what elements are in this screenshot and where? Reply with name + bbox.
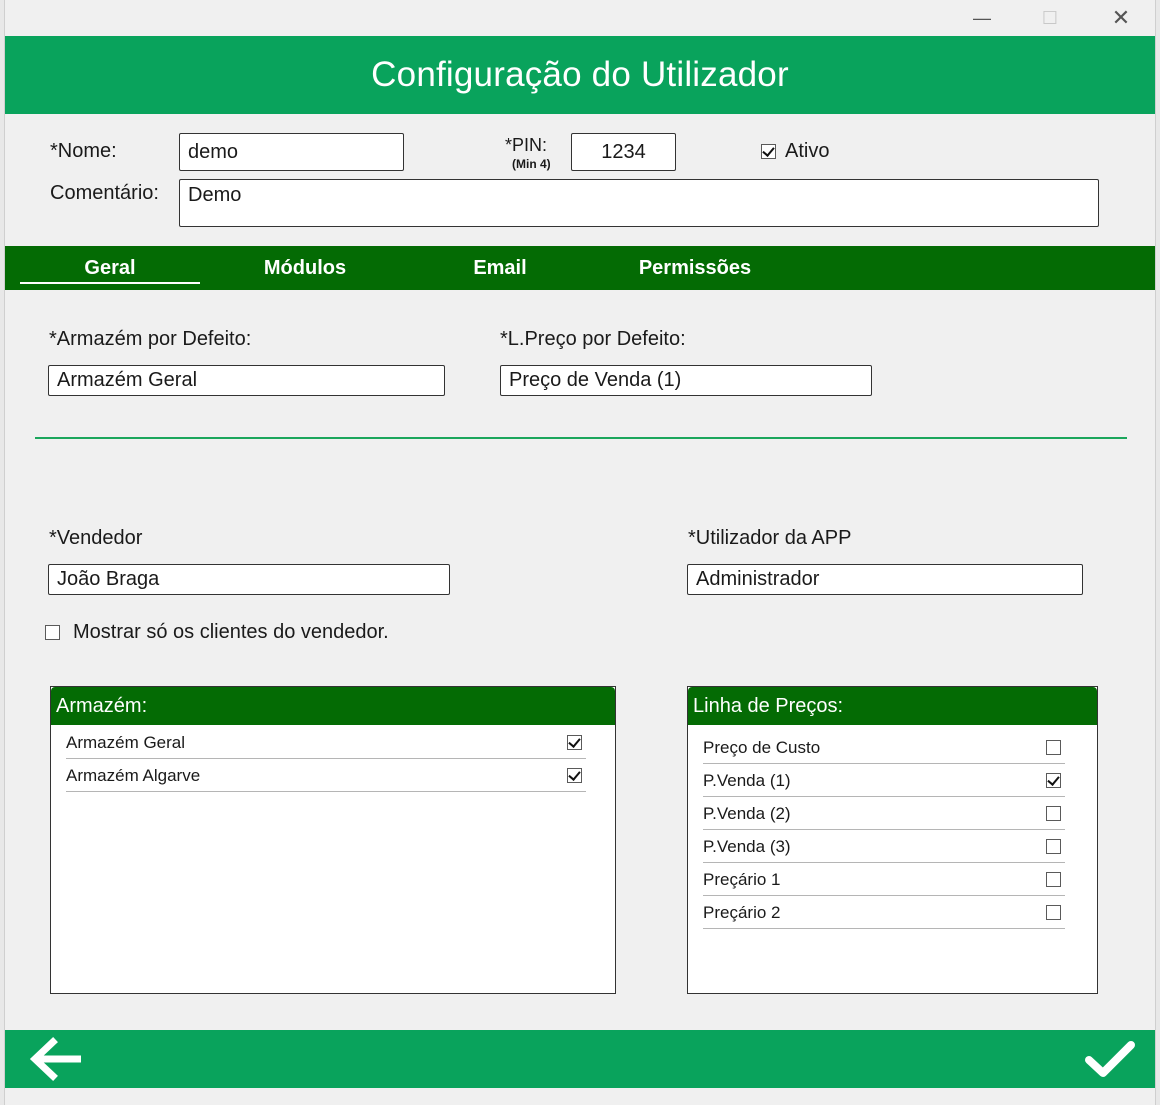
warehouse-item-label: Armazém Algarve <box>66 765 201 785</box>
list-item[interactable]: Preçário 2 <box>703 897 1065 929</box>
maximize-button[interactable]: ☐ <box>1035 6 1065 30</box>
confirm-button[interactable] <box>1083 1036 1139 1082</box>
list-item[interactable]: P.Venda (1) <box>703 765 1065 797</box>
arrow-left-icon <box>29 1037 81 1081</box>
tab-permissoes[interactable]: Permissões <box>600 246 790 290</box>
minimize-button[interactable]: — <box>967 6 997 30</box>
seller-field[interactable]: João Braga <box>48 564 450 595</box>
header-bar: Configuração do Utilizador <box>5 36 1155 114</box>
price-item-checkbox[interactable] <box>1046 740 1061 755</box>
back-button[interactable] <box>29 1036 85 1082</box>
warehouse-item-label: Armazém Geral <box>66 732 186 752</box>
footer-bar <box>5 1030 1155 1088</box>
warehouse-panel: Armazém: Armazém Geral Armazém Algarve <box>50 686 616 994</box>
seller-label: *Vendedor <box>49 527 143 549</box>
warehouse-item-checkbox[interactable] <box>567 735 582 750</box>
default-pricelist-field[interactable]: Preço de Venda (1) <box>500 365 872 396</box>
section-divider <box>35 437 1127 439</box>
list-item[interactable]: Armazém Algarve <box>66 760 586 792</box>
name-label: *Nome: <box>50 140 117 162</box>
active-label: Ativo <box>785 140 830 162</box>
list-item[interactable]: Preço de Custo <box>703 732 1065 764</box>
list-item[interactable]: Preçário 1 <box>703 864 1065 896</box>
tab-modulos[interactable]: Módulos <box>210 246 400 290</box>
price-item-label: Preçário 2 <box>703 902 781 922</box>
price-item-checkbox[interactable] <box>1046 806 1061 821</box>
price-line-panel-title: Linha de Preços: <box>688 687 1097 725</box>
list-item[interactable]: Armazém Geral <box>66 727 586 759</box>
only-seller-clients-label: Mostrar só os clientes do vendedor. <box>73 621 389 643</box>
warehouse-panel-title: Armazém: <box>51 687 615 725</box>
list-item[interactable]: P.Venda (2) <box>703 798 1065 830</box>
title-bar: — ☐ ✕ <box>5 0 1155 36</box>
close-button[interactable]: ✕ <box>1106 6 1136 30</box>
default-pricelist-label: *L.Preço por Defeito: <box>500 328 686 350</box>
warehouse-item-checkbox[interactable] <box>567 768 582 783</box>
checkmark-icon <box>1085 1041 1135 1077</box>
active-checkbox[interactable] <box>761 144 776 159</box>
tab-bar: Geral Módulos Email Permissões <box>5 246 1155 290</box>
pin-hint: (Min 4) <box>512 157 551 171</box>
default-warehouse-field[interactable]: Armazém Geral <box>48 365 445 396</box>
user-config-window: — ☐ ✕ Configuração do Utilizador *Nome: … <box>4 0 1156 1105</box>
price-item-label: P.Venda (1) <box>703 770 791 790</box>
price-line-panel: Linha de Preços: Preço de Custo P.Venda … <box>687 686 1098 994</box>
price-item-label: Preçário 1 <box>703 869 781 889</box>
pin-field[interactable]: 1234 <box>571 133 676 171</box>
price-item-checkbox[interactable] <box>1046 905 1061 920</box>
app-user-label: *Utilizador da APP <box>688 527 852 549</box>
default-warehouse-label: *Armazém por Defeito: <box>49 328 252 350</box>
comment-field[interactable]: Demo <box>179 179 1099 227</box>
only-seller-clients-checkbox[interactable] <box>45 625 60 640</box>
name-field[interactable]: demo <box>179 133 404 171</box>
price-item-checkbox[interactable] <box>1046 872 1061 887</box>
price-item-label: Preço de Custo <box>703 737 821 757</box>
comment-label: Comentário: <box>50 182 159 204</box>
page-title: Configuração do Utilizador <box>371 55 789 94</box>
app-user-field[interactable]: Administrador <box>687 564 1083 595</box>
pin-label: *PIN: <box>505 135 548 155</box>
price-item-checkbox[interactable] <box>1046 839 1061 854</box>
only-seller-clients-row[interactable]: Mostrar só os clientes do vendedor. <box>45 621 389 644</box>
active-checkbox-row[interactable]: Ativo <box>761 140 829 163</box>
price-item-checkbox[interactable] <box>1046 773 1061 788</box>
tab-email[interactable]: Email <box>410 246 590 290</box>
price-item-label: P.Venda (3) <box>703 836 791 856</box>
list-item[interactable]: P.Venda (3) <box>703 831 1065 863</box>
price-item-label: P.Venda (2) <box>703 803 791 823</box>
tab-geral[interactable]: Geral <box>20 246 200 290</box>
